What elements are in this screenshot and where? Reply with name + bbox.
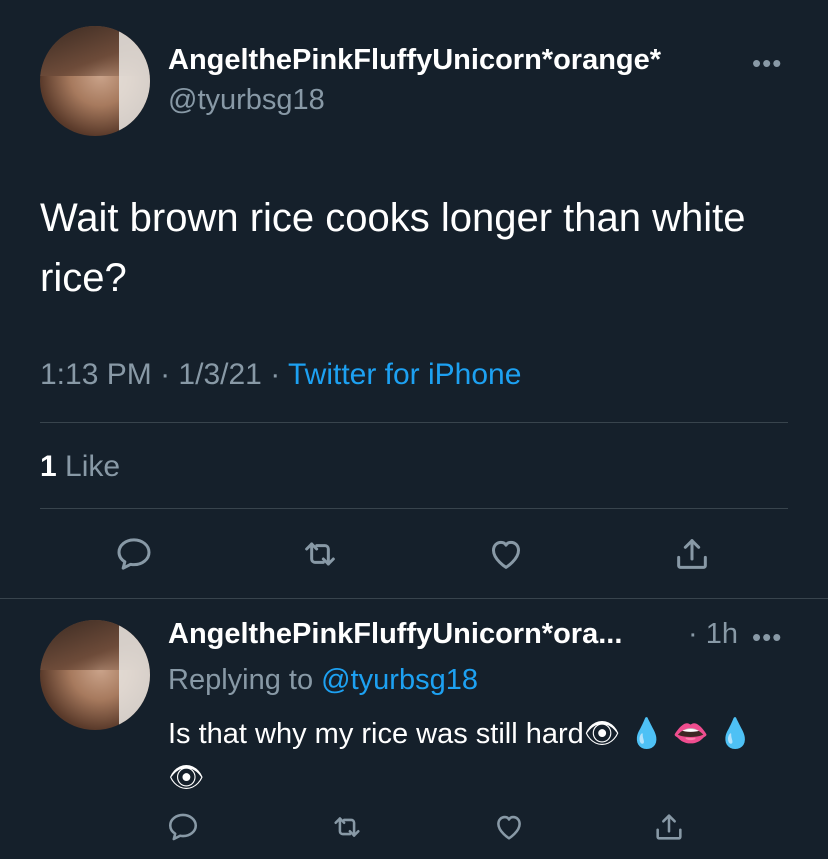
reply-avatar[interactable] <box>40 620 150 730</box>
reply-icon[interactable] <box>114 534 154 574</box>
share-icon[interactable] <box>672 534 712 574</box>
retweet-icon[interactable] <box>300 534 340 574</box>
replying-handle-link[interactable]: @tyurbsg18 <box>321 664 478 696</box>
more-icon[interactable]: ••• <box>752 50 782 76</box>
user-handle[interactable]: @tyurbsg18 <box>168 84 325 117</box>
tweet-date: 1/3/21 <box>178 358 262 391</box>
like-icon[interactable] <box>486 534 526 574</box>
tweet-meta: 1:13 PM · 1/3/21 · Twitter for iPhone <box>40 358 521 392</box>
reply-reply-icon[interactable] <box>166 810 200 844</box>
reply-more-icon[interactable]: ••• <box>752 624 782 650</box>
tweet-source-link[interactable]: Twitter for iPhone <box>288 358 521 391</box>
like-count-number: 1 <box>40 450 57 483</box>
divider <box>40 422 788 423</box>
like-count-label: Like <box>65 450 121 483</box>
avatar[interactable] <box>40 26 150 136</box>
reply-like-icon[interactable] <box>492 810 526 844</box>
meta-separator: · <box>270 358 281 391</box>
tweet-text: Wait brown rice cooks longer than white … <box>40 196 746 300</box>
divider <box>40 508 788 509</box>
reply-text: Is that why my rice was still hard👁 💧 👄 … <box>168 718 754 794</box>
reply-retweet-icon[interactable] <box>330 810 364 844</box>
tweet-time: 1:13 PM <box>40 358 152 391</box>
replying-to: Replying to @tyurbsg18 <box>168 664 478 697</box>
reply-time: · 1h <box>688 618 738 650</box>
reply-share-icon[interactable] <box>652 810 686 844</box>
replying-prefix: Replying to <box>168 664 314 696</box>
display-name[interactable]: AngelthePinkFluffyUnicorn*orange* <box>168 44 661 77</box>
divider <box>0 598 828 599</box>
reply-display-name[interactable]: AngelthePinkFluffyUnicorn*ora... <box>168 618 622 651</box>
likes-count[interactable]: 1 Like <box>40 450 120 484</box>
meta-separator: · <box>160 358 171 391</box>
